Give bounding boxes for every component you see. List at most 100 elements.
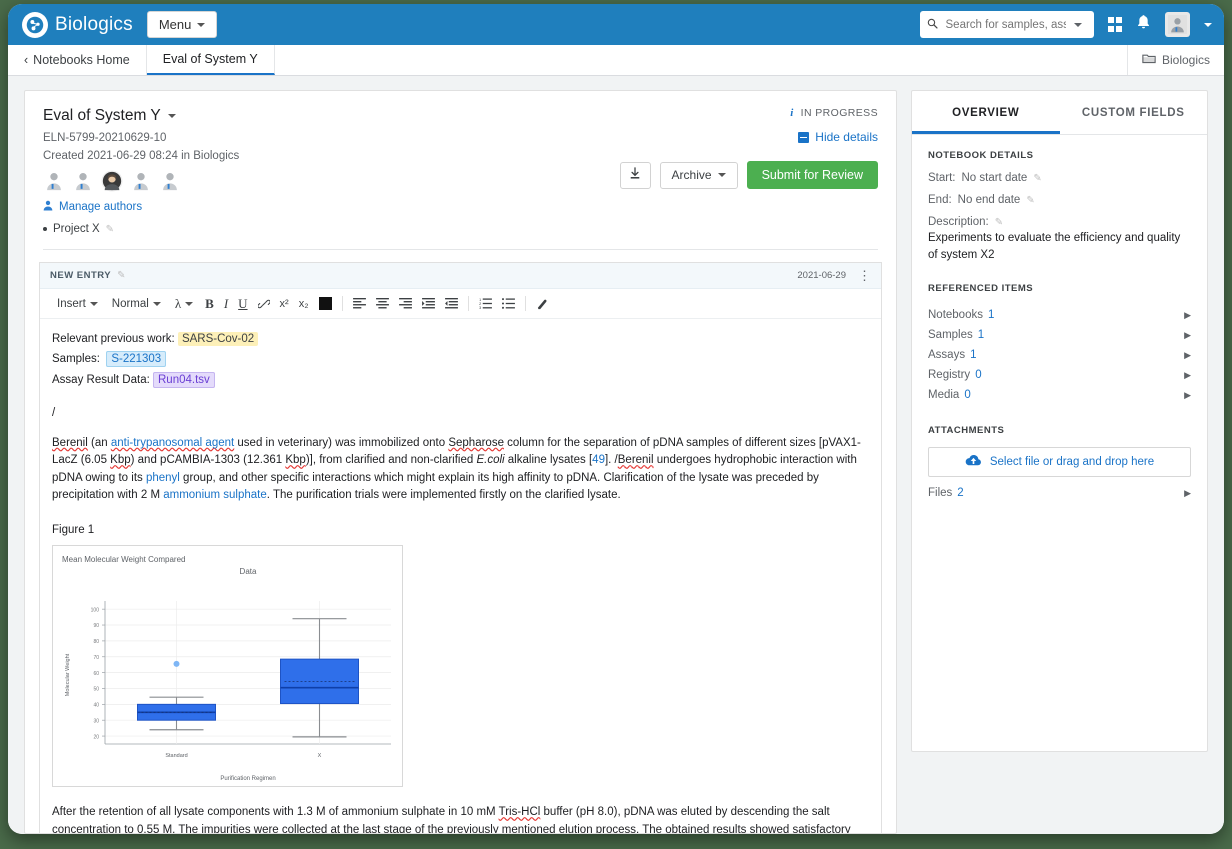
download-button[interactable] bbox=[619, 161, 651, 189]
workspace-context[interactable]: Biologics bbox=[1126, 45, 1224, 75]
bullet-list-icon[interactable] bbox=[497, 293, 520, 315]
files-count: 2 bbox=[957, 487, 964, 500]
referenced-item-samples[interactable]: Samples 1 ▶ bbox=[928, 325, 1191, 345]
p1-t3: used in veterinary) was immobilized onto bbox=[234, 437, 449, 449]
description-label: Description: bbox=[928, 216, 989, 228]
status-badge-label: IN PROGRESS bbox=[800, 107, 878, 119]
chevron-right-icon: ▶ bbox=[1184, 309, 1191, 320]
file-dropzone-label: Select file or drag and drop here bbox=[989, 456, 1155, 469]
folder-icon bbox=[1142, 53, 1156, 67]
manage-authors-link[interactable]: Manage authors bbox=[43, 200, 878, 214]
grid-apps-icon[interactable] bbox=[1107, 17, 1122, 32]
p1-link-ammonium-sulphate[interactable]: ammonium sulphate bbox=[163, 489, 267, 501]
bold-button[interactable]: B bbox=[200, 293, 219, 315]
avatar[interactable] bbox=[130, 170, 152, 192]
chevron-right-icon: ▶ bbox=[1184, 389, 1191, 400]
header-divider bbox=[43, 249, 878, 250]
document-action-buttons: Archive Submit for Review bbox=[619, 161, 878, 189]
referenced-item-registry[interactable]: Registry 0 ▶ bbox=[928, 365, 1191, 385]
align-center-icon[interactable] bbox=[371, 293, 394, 315]
avatar[interactable] bbox=[72, 170, 94, 192]
top-navigation-bar: Biologics Menu bbox=[8, 4, 1224, 45]
tab-notebooks-home[interactable]: ‹ Notebooks Home bbox=[8, 45, 147, 75]
svg-text:X: X bbox=[318, 753, 322, 759]
avatar[interactable] bbox=[159, 170, 181, 192]
referenced-item-assays[interactable]: Assays 1 ▶ bbox=[928, 345, 1191, 365]
referenced-item-notebooks[interactable]: Notebooks 1 ▶ bbox=[928, 305, 1191, 325]
search-dropdown-icon[interactable] bbox=[1073, 22, 1082, 27]
notification-bell-icon[interactable] bbox=[1136, 14, 1151, 35]
pencil-icon[interactable]: ✎ bbox=[117, 270, 125, 281]
special-character-menu[interactable]: λ bbox=[168, 293, 200, 315]
superscript-button[interactable]: x² bbox=[275, 293, 294, 315]
p1-t12: Berenil bbox=[617, 454, 654, 467]
status-group: i IN PROGRESS Hide details bbox=[790, 107, 878, 144]
chevron-down-icon bbox=[152, 301, 161, 306]
referenced-item-media[interactable]: Media 0 ▶ bbox=[928, 385, 1191, 405]
sidebar-body: NOTEBOOK DETAILS Start: No start date ✎ … bbox=[912, 135, 1207, 503]
pencil-icon[interactable]: ✎ bbox=[106, 224, 114, 235]
ordered-list-icon[interactable]: 123 bbox=[474, 293, 497, 315]
user-menu-chevron-icon[interactable] bbox=[1204, 22, 1212, 27]
insert-menu[interactable]: Insert bbox=[50, 293, 105, 315]
search-input[interactable] bbox=[943, 17, 1068, 32]
menu-button-label: Menu bbox=[158, 17, 192, 32]
p1-link-phenyl[interactable]: phenyl bbox=[146, 472, 180, 484]
indent-decrease-icon[interactable] bbox=[417, 293, 440, 315]
tab-eval-of-system-y[interactable]: Eval of System Y bbox=[146, 45, 275, 75]
attachment-files-row[interactable]: Files 2 ▶ bbox=[928, 483, 1191, 503]
p1-t6: Kbp bbox=[110, 454, 131, 467]
p1-link-anti-trypanosomal[interactable]: anti-trypanosomal agent bbox=[111, 437, 234, 449]
pencil-icon[interactable]: ✎ bbox=[1026, 195, 1034, 206]
pencil-icon[interactable]: ✎ bbox=[995, 217, 1003, 228]
page-title[interactable]: Eval of System Y bbox=[43, 107, 878, 125]
avatar-photo[interactable] bbox=[101, 170, 123, 192]
workspace-context-label: Biologics bbox=[1161, 53, 1210, 67]
tab-overview[interactable]: OVERVIEW bbox=[912, 91, 1060, 134]
attachments-heading: ATTACHMENTS bbox=[928, 425, 1005, 437]
submit-for-review-button[interactable]: Submit for Review bbox=[746, 161, 878, 189]
tag-sample-s-221303[interactable]: S-221303 bbox=[106, 351, 167, 368]
brand-logo[interactable]: Biologics bbox=[22, 11, 133, 38]
tab-custom-fields[interactable]: CUSTOM FIELDS bbox=[1060, 91, 1208, 134]
align-right-icon[interactable] bbox=[394, 293, 417, 315]
chevron-left-icon: ‹ bbox=[24, 53, 29, 67]
text-color-icon[interactable] bbox=[314, 293, 337, 315]
indent-increase-icon[interactable] bbox=[440, 293, 463, 315]
p1-ref-49[interactable]: 49 bbox=[592, 454, 605, 466]
more-vertical-icon[interactable]: ⋮ bbox=[858, 269, 871, 282]
global-search[interactable] bbox=[919, 11, 1094, 38]
referenced-item-count: 0 bbox=[964, 389, 971, 402]
file-dropzone[interactable]: Select file or drag and drop here bbox=[928, 447, 1191, 478]
subscript-button[interactable]: x₂ bbox=[294, 293, 314, 315]
figure-boxplot[interactable]: Mean Molecular Weight Compared Data 20 30 4… bbox=[52, 545, 403, 788]
field-label: Assay Result Data: bbox=[52, 373, 150, 386]
svg-text:Standard: Standard bbox=[165, 753, 187, 759]
entry-editor-body[interactable]: Relevant previous work: SARS-Cov-02 Samp… bbox=[40, 319, 881, 833]
info-icon[interactable]: i bbox=[790, 107, 793, 119]
topbar-right-group bbox=[919, 11, 1212, 38]
archive-button[interactable]: Archive bbox=[659, 161, 738, 189]
user-avatar-icon[interactable] bbox=[1165, 12, 1190, 37]
menu-button[interactable]: Menu bbox=[146, 11, 218, 38]
underline-button[interactable]: U bbox=[233, 293, 252, 315]
italic-button[interactable]: I bbox=[219, 293, 233, 315]
link-icon[interactable] bbox=[253, 293, 275, 315]
align-left-icon[interactable] bbox=[348, 293, 371, 315]
search-icon bbox=[927, 16, 938, 34]
referenced-items-heading: REFERENCED ITEMS bbox=[928, 283, 1034, 295]
pencil-icon[interactable]: ✎ bbox=[1033, 173, 1041, 184]
files-label: Files bbox=[928, 487, 953, 500]
chevron-down-icon bbox=[185, 301, 194, 306]
molecule-logo-icon bbox=[22, 11, 48, 38]
clear-format-icon[interactable] bbox=[531, 293, 554, 315]
avatar[interactable] bbox=[43, 170, 65, 192]
referenced-item-label: Assays bbox=[928, 349, 966, 362]
tag-assay-result-run04[interactable]: Run04.tsv bbox=[153, 371, 215, 388]
start-date-value: No start date bbox=[961, 172, 1028, 184]
paragraph-style-menu[interactable]: Normal bbox=[105, 293, 168, 315]
chevron-down-icon[interactable] bbox=[167, 114, 176, 118]
start-date-label: Start: bbox=[928, 172, 956, 184]
hide-details-toggle[interactable]: Hide details bbox=[790, 130, 878, 144]
tag-sars-cov-02[interactable]: SARS-Cov-02 bbox=[177, 332, 259, 346]
